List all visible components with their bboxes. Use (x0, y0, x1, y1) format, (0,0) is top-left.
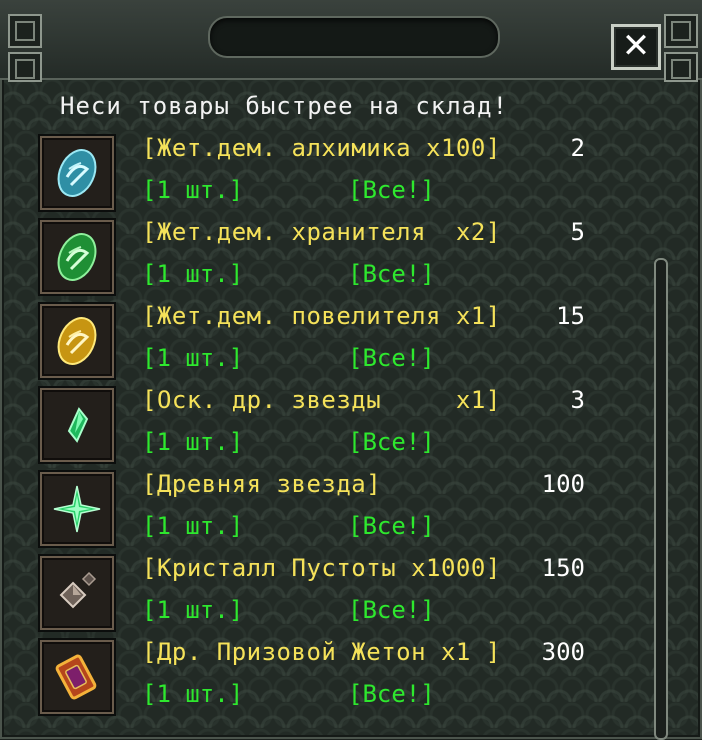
item-name: [Кристалл Пустоты x1000] (142, 554, 501, 582)
buy-one-button[interactable]: [1 шт.] (142, 596, 243, 624)
list-item: [Жет.дем. повелителя x1] 15 [1 шт.] [Все… (0, 300, 640, 384)
item-icon-frame[interactable] (40, 472, 114, 546)
item-icon-frame[interactable] (40, 556, 114, 630)
item-icon-frame[interactable] (40, 640, 114, 714)
list-item: [Древняя звезда] 100 [1 шт.] [Все!] (0, 468, 640, 552)
buy-one-button[interactable]: [1 шт.] (142, 512, 243, 540)
buy-one-button[interactable]: [1 шт.] (142, 428, 243, 456)
buy-all-button[interactable]: [Все!] (348, 512, 435, 540)
buy-all-button[interactable]: [Все!] (348, 344, 435, 372)
buy-all-button[interactable]: [Все!] (348, 596, 435, 624)
item-icon-frame[interactable] (40, 304, 114, 378)
list-item: [Оск. др. звезды x1] 3 [1 шт.] [Все!] (0, 384, 640, 468)
list-item: [Жет.дем. хранителя x2] 5 [1 шт.] [Все!] (0, 216, 640, 300)
item-name: [Др. Призовой Жетон x1 ] (142, 638, 501, 666)
item-name: [Жет.дем. алхимика x100] (142, 134, 501, 162)
item-name: [Жет.дем. хранителя x2] (142, 218, 501, 246)
item-icon-frame[interactable] (40, 220, 114, 294)
item-price: 5 (570, 218, 585, 246)
buy-all-button[interactable]: [Все!] (348, 260, 435, 288)
void-crystal-icon (59, 571, 97, 609)
item-name: [Древняя звезда] (142, 470, 382, 498)
buy-all-button[interactable]: [Все!] (348, 176, 435, 204)
item-price: 150 (541, 554, 585, 582)
buy-all-button[interactable]: [Все!] (348, 680, 435, 708)
buy-one-button[interactable]: [1 шт.] (142, 176, 243, 204)
star-shard-icon (67, 407, 89, 443)
item-icon-frame[interactable] (40, 136, 114, 210)
title-bar[interactable]: ✕ (0, 0, 702, 82)
blue-demon-token-icon (57, 149, 97, 197)
buy-one-button[interactable]: [1 шт.] (142, 680, 243, 708)
title-slot (208, 16, 500, 58)
shop-panel: ✕ Неси товары быстрее на склад! [Жет.дем… (0, 0, 702, 740)
list-item: [Кристалл Пустоты x1000] 150 [1 шт.] [Вс… (0, 552, 640, 636)
list-item: [Др. Призовой Жетон x1 ] 300 [1 шт.] [Вс… (0, 636, 640, 720)
prize-token-icon (55, 654, 97, 700)
corner-ornament-icon (664, 52, 698, 82)
item-icon-frame[interactable] (40, 388, 114, 462)
item-price: 15 (556, 302, 585, 330)
item-name: [Оск. др. звезды x1] (142, 386, 501, 414)
item-price: 2 (570, 134, 585, 162)
headline: Неси товары быстрее на склад! (60, 92, 509, 120)
gold-demon-token-icon (57, 317, 97, 365)
buy-all-button[interactable]: [Все!] (348, 428, 435, 456)
item-price: 3 (570, 386, 585, 414)
buy-one-button[interactable]: [1 шт.] (142, 260, 243, 288)
list-item: [Жет.дем. алхимика x100] 2 [1 шт.] [Все!… (0, 132, 640, 216)
corner-ornament-icon (8, 14, 42, 48)
corner-ornament-icon (8, 52, 42, 82)
ancient-star-icon (53, 485, 101, 533)
item-name: [Жет.дем. повелителя x1] (142, 302, 501, 330)
item-price: 100 (541, 470, 585, 498)
green-demon-token-icon (57, 233, 97, 281)
corner-ornament-icon (664, 14, 698, 48)
scrollbar[interactable] (654, 258, 668, 740)
buy-one-button[interactable]: [1 шт.] (142, 344, 243, 372)
close-button[interactable]: ✕ (611, 24, 661, 70)
item-price: 300 (541, 638, 585, 666)
